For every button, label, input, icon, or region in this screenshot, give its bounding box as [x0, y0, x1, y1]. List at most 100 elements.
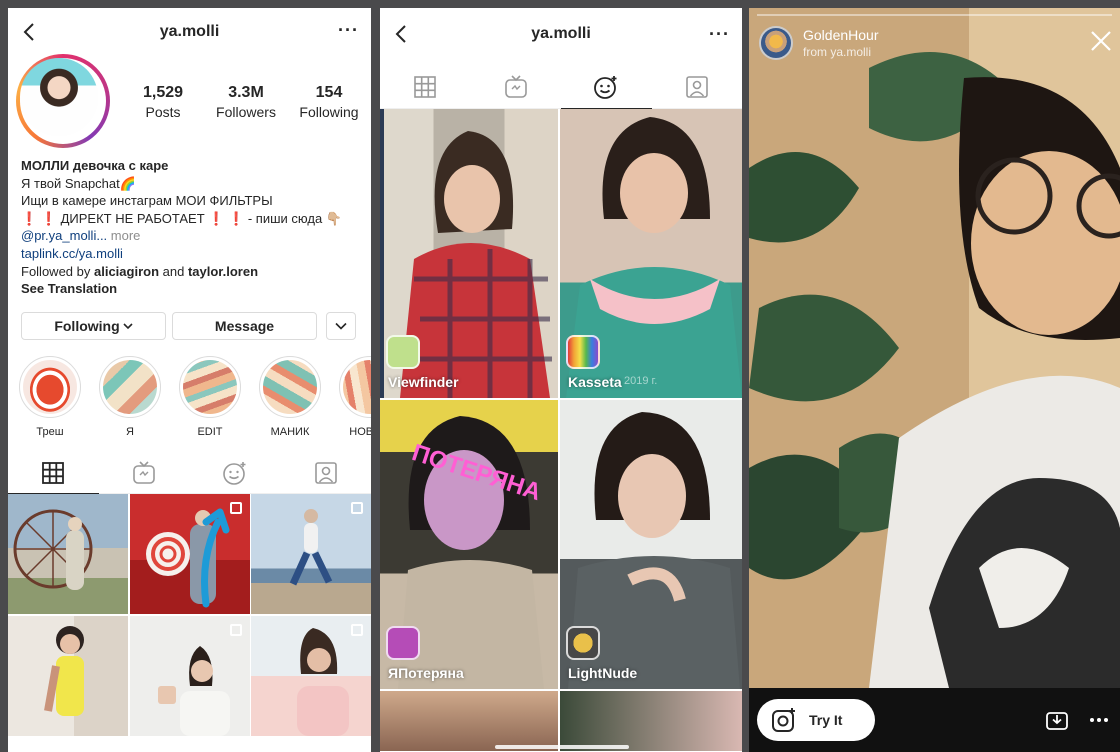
profile-header: ya.molli ···: [8, 8, 371, 56]
tab-tagged[interactable]: [652, 65, 743, 108]
lightnude-effect-icon: [566, 626, 600, 660]
effects-username: ya.molli: [531, 25, 591, 42]
grid-post[interactable]: [251, 615, 371, 736]
stat-following[interactable]: 154 Following: [294, 84, 364, 120]
tab-grid[interactable]: [8, 452, 99, 494]
follower-link[interactable]: taylor.loren: [188, 264, 258, 279]
try-it-button[interactable]: Try It: [757, 699, 875, 741]
highlight-item[interactable]: Я: [99, 356, 161, 438]
effect-tile[interactable]: Viewfinder: [380, 109, 558, 398]
highlight-cover: [23, 360, 77, 414]
ya-poteryana-effect-icon: [386, 626, 420, 660]
multi-post-icon: [351, 502, 363, 514]
effect-tile[interactable]: LightNude: [560, 400, 742, 689]
grid-post[interactable]: [129, 494, 250, 614]
tab-igtv[interactable]: [99, 452, 190, 493]
close-icon[interactable]: [1090, 30, 1112, 52]
tab-igtv[interactable]: [471, 65, 562, 108]
effect-creator[interactable]: from ya.molli: [803, 45, 879, 59]
multi-post-icon: [351, 623, 363, 636]
grid-icon: [42, 461, 65, 484]
ferris-wheel-photo: [13, 509, 93, 590]
profile-stats: 1,529 Posts 3.3M Followers 154 Following: [128, 84, 364, 120]
effect-name: LightNude: [568, 665, 638, 681]
profile-tabs: [8, 452, 371, 494]
follower-link[interactable]: aliciagiron: [94, 264, 159, 279]
igtv-icon: [133, 460, 155, 484]
avatar-photo: [20, 58, 98, 136]
grid-post[interactable]: [129, 615, 250, 736]
effect-tile[interactable]: [560, 691, 742, 751]
swipe-up-arrow-icon: [201, 508, 230, 608]
effects-header: ya.molli ···: [380, 8, 742, 60]
message-button[interactable]: Message: [172, 312, 317, 340]
profile-screen: ya.molli ··· 1,529 Posts 3.3M Followers 15…: [8, 8, 371, 752]
camera-plus-icon: [772, 708, 795, 732]
tab-grid[interactable]: [380, 65, 471, 108]
save-effect-icon[interactable]: [1046, 710, 1068, 730]
effects-grid: Viewfinder Kasseta 2019 г. ПОТЕРЯНА ЯПот…: [380, 109, 742, 751]
effects-face-icon: [594, 75, 617, 99]
tab-effects[interactable]: [561, 65, 652, 109]
chevron-down-icon: [335, 322, 347, 330]
highlight-item[interactable]: Треш: [19, 356, 81, 438]
more-options-icon[interactable]: ···: [709, 24, 730, 45]
multi-post-icon: [229, 502, 242, 514]
girl-portrait-photo: [44, 625, 84, 716]
bio-line: Я твой Snapchat🌈: [21, 175, 136, 191]
stat-followers[interactable]: 3.3M Followers: [211, 84, 281, 120]
story-progress-bar: [757, 14, 1112, 16]
effect-tile[interactable]: Kasseta 2019 г.: [560, 109, 742, 398]
followed-by: Followed by aliciagiron and taylor.loren: [21, 263, 259, 279]
effect-name[interactable]: GoldenHour: [803, 27, 879, 43]
kasseta-effect-icon: [566, 335, 600, 369]
more-options-icon[interactable]: [1088, 710, 1110, 730]
grid-post[interactable]: [251, 494, 371, 614]
effect-preview-screen: GoldenHour from ya.molli Try It: [749, 8, 1120, 752]
effect-avatar[interactable]: [759, 26, 793, 60]
tagged-user-icon: [685, 75, 708, 98]
bio-website-link[interactable]: taplink.cc/ya.molli: [21, 245, 366, 263]
effects-face-icon: [223, 461, 246, 485]
photo-timestamp: 2019 г.: [624, 375, 658, 387]
highlight-cover: [343, 360, 371, 414]
highlight-cover: [103, 360, 157, 414]
back-arrow-icon[interactable]: [392, 24, 412, 44]
profile-avatar[interactable]: [16, 54, 110, 148]
highlight-item[interactable]: EDIT: [179, 356, 241, 438]
chevron-down-icon: [123, 323, 133, 330]
effect-name: Viewfinder: [388, 374, 459, 390]
tab-tagged[interactable]: [280, 452, 371, 493]
following-button[interactable]: Following: [21, 312, 166, 340]
bio-line: Ищи в камере инстаграм МОИ ФИЛЬТРЫ: [21, 193, 273, 209]
highlight-cover: [263, 360, 317, 414]
igtv-icon: [504, 74, 527, 98]
profile-actions: Following Message: [21, 312, 356, 340]
bio-line: ❗ ❗ ДИРЕКТ НЕ РАБОТАЕТ ❗ ❗ - пиши сюда 👇…: [21, 210, 342, 226]
effect-tile[interactable]: [380, 691, 558, 751]
effects-screen: ya.molli ··· Viewfinder Kasseta 2019 г. …: [380, 8, 742, 752]
grid-post[interactable]: [8, 615, 128, 736]
grid-post[interactable]: [8, 494, 128, 614]
effect-tile[interactable]: ПОТЕРЯНА ЯПотеряна: [380, 400, 558, 689]
profile-full-name: МОЛЛИ девочка с каре: [21, 158, 169, 173]
more-options-icon[interactable]: ···: [338, 20, 359, 41]
tab-effects[interactable]: [190, 452, 281, 493]
viewfinder-effect-icon: [386, 335, 420, 369]
back-arrow-icon[interactable]: [20, 22, 40, 42]
preview-header: GoldenHour from ya.molli: [759, 26, 879, 60]
bio-mention-link[interactable]: @pr.ya_molli...: [21, 228, 107, 243]
stat-posts[interactable]: 1,529 Posts: [128, 84, 198, 120]
highlight-item[interactable]: МАНИК: [259, 356, 321, 438]
suggested-dropdown-button[interactable]: [326, 312, 356, 340]
highlight-item[interactable]: НОВЫЙ: [339, 356, 371, 438]
see-translation-link[interactable]: See Translation: [21, 281, 117, 296]
effects-tabs: [380, 65, 742, 109]
tagged-user-icon: [314, 461, 337, 484]
grid-icon: [414, 75, 437, 98]
bio-more-link[interactable]: more: [107, 228, 141, 243]
profile-bio: МОЛЛИ девочка с каре Я твой Snapchat🌈 Ищ…: [21, 157, 366, 298]
effect-name: ЯПотеряна: [388, 665, 464, 681]
monstera-girl-photo: [749, 8, 1120, 688]
profile-username: ya.molli: [159, 23, 220, 40]
